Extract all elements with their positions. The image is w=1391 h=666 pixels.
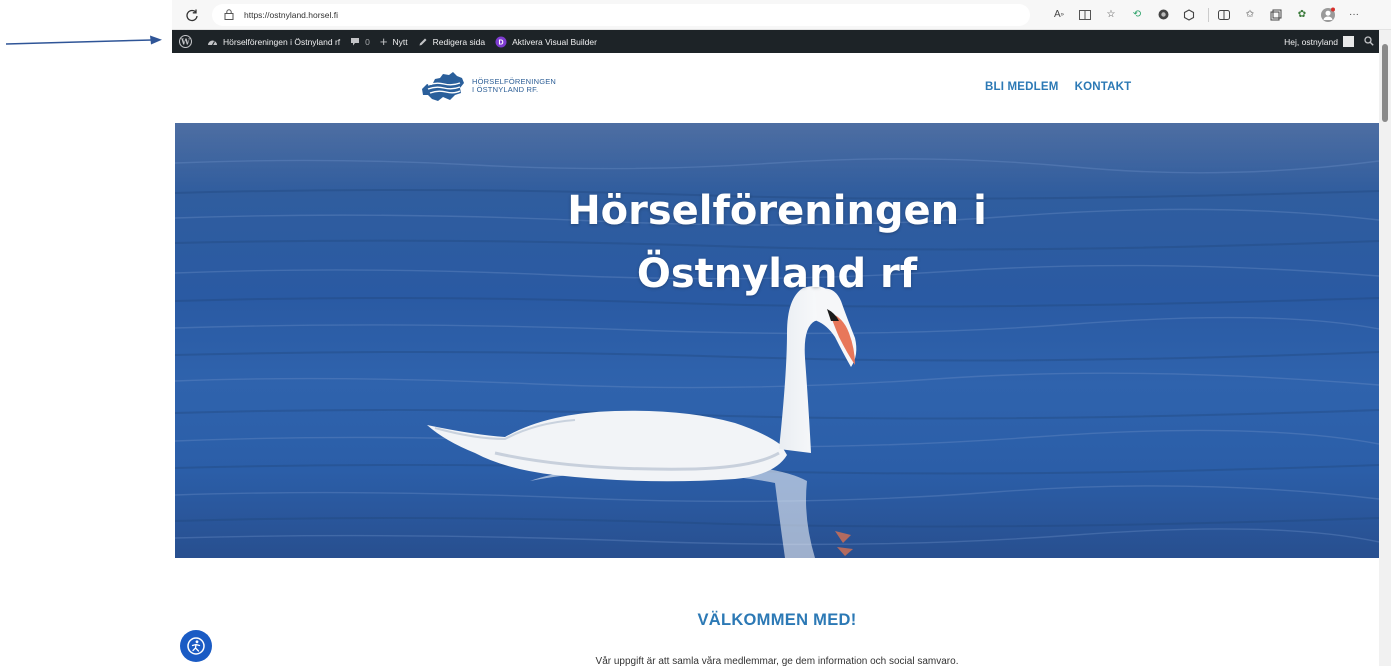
- nav-link-kontakt[interactable]: KONTAKT: [1075, 81, 1132, 93]
- hero-title-line-2: Östnyland rf: [636, 251, 918, 297]
- avatar: [1343, 36, 1354, 47]
- page: https://ostnyland.horsel.fi A» ☆ ⟲ ✩ ✿ ·…: [0, 0, 1391, 666]
- comment-icon: [350, 37, 360, 46]
- site-logo[interactable]: HÖRSELFÖRENINGEN I ÖSTNYLAND RF.: [420, 69, 556, 103]
- pencil-icon: [418, 37, 428, 47]
- scrollbar-thumb[interactable]: [1382, 44, 1388, 122]
- browser-toolbar: https://ostnyland.horsel.fi A» ☆ ⟲ ✩ ✿ ·…: [172, 0, 1391, 30]
- page-scrollbar[interactable]: [1379, 30, 1391, 666]
- logo-line-2: I ÖSTNYLAND RF.: [472, 85, 539, 94]
- comments-count: 0: [365, 36, 370, 47]
- dashboard-icon: [207, 37, 218, 47]
- favorites-icon[interactable]: ✩: [1239, 4, 1261, 26]
- toolbar-separator: [1208, 7, 1209, 22]
- svg-text:D: D: [499, 39, 504, 46]
- logo-text: HÖRSELFÖRENINGEN I ÖSTNYLAND RF.: [472, 77, 556, 95]
- site-name-label: Hörselföreningen i Östnyland rf: [223, 36, 341, 47]
- wp-logo-menu[interactable]: W: [172, 30, 202, 53]
- wp-new-content[interactable]: + Nytt: [375, 30, 413, 53]
- wp-site-name[interactable]: Hörselföreningen i Östnyland rf: [202, 30, 345, 53]
- extension-icon[interactable]: [1178, 4, 1200, 26]
- extension-icon[interactable]: [1152, 4, 1174, 26]
- accessibility-icon: [187, 637, 205, 655]
- favorite-star-icon[interactable]: ☆: [1100, 4, 1122, 26]
- hero-title-line-1: Hörselföreningen i: [567, 188, 987, 234]
- edit-label: Redigera sida: [432, 36, 486, 47]
- builder-label: Aktivera Visual Builder: [512, 36, 597, 47]
- immersive-reader-icon[interactable]: [1074, 4, 1096, 26]
- intro-text: Vår uppgift är att samla våra medlemmar,…: [595, 656, 959, 666]
- site-header: HÖRSELFÖRENINGEN I ÖSTNYLAND RF. BLI MED…: [175, 53, 1379, 123]
- wp-account-area: Hej, ostnyland: [1279, 30, 1379, 53]
- browser-action-icons: A» ☆ ⟲ ✩ ✿ ···: [1048, 4, 1369, 26]
- svg-text:W: W: [180, 36, 191, 46]
- extension-icon[interactable]: ⟲: [1126, 4, 1148, 26]
- logo-map-icon: [422, 72, 464, 101]
- wordpress-icon: W: [179, 35, 192, 48]
- welcome-heading: VÄLKOMMEN MED!: [697, 611, 857, 629]
- search-icon: [1364, 35, 1374, 48]
- address-bar[interactable]: https://ostnyland.horsel.fi: [212, 3, 1030, 26]
- divi-icon: D: [495, 36, 507, 48]
- collections-icon[interactable]: [1265, 4, 1287, 26]
- url-text[interactable]: https://ostnyland.horsel.fi: [244, 10, 338, 20]
- annotation-arrow: [5, 35, 162, 45]
- wp-admin-bar: W Hörselföreningen i Östnyland rf 0 + Ny…: [172, 30, 1379, 53]
- read-aloud-icon[interactable]: A»: [1048, 4, 1070, 26]
- wp-search[interactable]: [1359, 30, 1379, 53]
- wp-visual-builder[interactable]: D Aktivera Visual Builder: [490, 30, 602, 53]
- wp-edit-page[interactable]: Redigera sida: [413, 30, 490, 53]
- reload-icon[interactable]: [178, 1, 206, 29]
- hero-title: Hörselföreningen i Östnyland rf: [175, 180, 1379, 306]
- wp-comments[interactable]: 0: [345, 30, 375, 53]
- main-navigation: BLI MEDLEM KONTAKT: [985, 81, 1147, 93]
- wp-my-account[interactable]: Hej, ostnyland: [1279, 30, 1359, 53]
- accessibility-button[interactable]: [180, 630, 212, 662]
- extension-icon[interactable]: ✿: [1291, 4, 1313, 26]
- plus-icon: +: [379, 34, 388, 49]
- new-label: Nytt: [392, 36, 408, 47]
- split-screen-icon[interactable]: [1213, 4, 1235, 26]
- more-icon[interactable]: ···: [1343, 4, 1365, 26]
- hero-banner: Hörselföreningen i Östnyland rf: [175, 123, 1379, 558]
- greeting-label: Hej, ostnyland: [1284, 36, 1338, 47]
- nav-link-bli-medlem[interactable]: BLI MEDLEM: [985, 81, 1059, 93]
- profile-icon[interactable]: [1317, 4, 1339, 26]
- lock-icon[interactable]: [222, 8, 236, 22]
